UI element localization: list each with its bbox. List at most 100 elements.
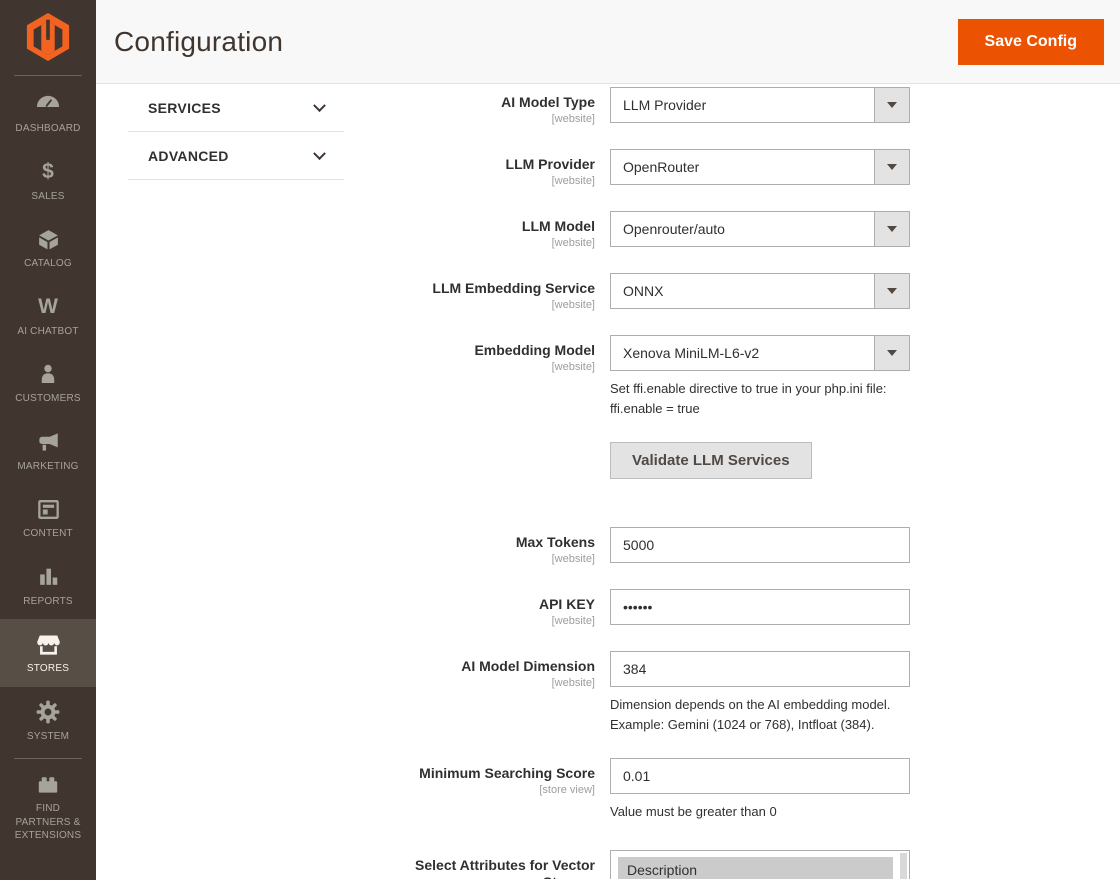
chevron-down-icon (874, 212, 909, 246)
field-scope: [website] (96, 677, 595, 689)
sidebar-item-system[interactable]: SYSTEM (0, 687, 96, 755)
catalog-icon (36, 226, 61, 252)
llm-embedding-service-select[interactable]: ONNX (610, 273, 910, 309)
field-label-text: API KEY (539, 596, 595, 612)
field-note: Dimension depends on the AI embedding mo… (610, 695, 910, 734)
field-note: Value must be greater than 0 (610, 802, 910, 822)
field-label: AI Model Dimension [website] (96, 651, 595, 734)
field-label: Max Tokens [website] (96, 527, 595, 565)
field-row-api-key: API KEY [website] (96, 589, 1120, 627)
admin-sidebar: DASHBOARD $ SALES CATALOG W AI CHATB (0, 0, 96, 880)
llm-provider-select[interactable]: OpenRouter (610, 149, 910, 185)
config-nav-services[interactable]: SERVICES (128, 84, 344, 132)
content-icon (36, 496, 61, 522)
select-value: ONNX (611, 274, 874, 308)
sidebar-item-label: STORES (27, 662, 69, 676)
field-label-text: LLM Embedding Service (432, 280, 595, 296)
field-scope: [website] (96, 237, 595, 249)
field-label-text: AI Model Type (501, 94, 595, 110)
magento-logo[interactable] (14, 0, 82, 76)
sidebar-item-customers[interactable]: CUSTOMERS (0, 349, 96, 417)
field-label-text: AI Model Dimension (461, 658, 595, 674)
sidebar-item-marketing[interactable]: MARKETING (0, 417, 96, 485)
config-nav-label: ADVANCED (148, 148, 229, 164)
sidebar-nav: DASHBOARD $ SALES CATALOG W AI CHATB (0, 76, 96, 854)
page-title: Configuration (114, 26, 283, 58)
config-section-nav: SERVICES ADVANCED (128, 84, 344, 180)
field-row-validate: Validate LLM Services (96, 442, 1120, 479)
sidebar-item-sales[interactable]: $ SALES (0, 147, 96, 215)
field-row-minimum-searching-score: Minimum Searching Score [store view] Val… (96, 758, 1120, 822)
field-label: LLM Embedding Service [website] (96, 273, 595, 311)
sidebar-item-label: SALES (31, 190, 64, 204)
extensions-icon (35, 771, 61, 797)
stores-icon (35, 631, 62, 657)
field-scope: [store view] (96, 784, 595, 796)
field-row-max-tokens: Max Tokens [website] (96, 527, 1120, 565)
chevron-down-icon (874, 150, 909, 184)
multiselect-scrollbar[interactable] (900, 853, 907, 880)
chevron-down-icon (313, 147, 326, 160)
multiselect-option-description[interactable]: Description (618, 857, 893, 880)
sidebar-item-find-partners[interactable]: FIND PARTNERS & EXTENSIONS (14, 758, 82, 854)
sidebar-item-reports[interactable]: REPORTS (0, 552, 96, 620)
sidebar-item-label: REPORTS (23, 595, 73, 609)
minimum-searching-score-input[interactable] (610, 758, 910, 794)
select-value: LLM Provider (611, 88, 874, 122)
field-label: Select Attributes for Vector Storage (96, 850, 595, 880)
field-label-text: LLM Provider (506, 156, 595, 172)
field-scope: [website] (96, 553, 595, 565)
sidebar-item-label: CONTENT (23, 527, 73, 541)
ai-chatbot-icon: W (38, 294, 58, 320)
config-nav-advanced[interactable]: ADVANCED (128, 132, 344, 180)
sidebar-item-label: MARKETING (17, 460, 78, 474)
dashboard-icon (35, 91, 61, 117)
validate-llm-services-button[interactable]: Validate LLM Services (610, 442, 812, 479)
sidebar-item-stores[interactable]: STORES (0, 619, 96, 687)
api-key-input[interactable] (610, 589, 910, 625)
magento-admin-app: DASHBOARD $ SALES CATALOG W AI CHATB (0, 0, 1120, 880)
ai-model-dimension-input[interactable] (610, 651, 910, 687)
chevron-down-icon (874, 274, 909, 308)
magento-logo-icon (25, 12, 71, 62)
system-icon (35, 699, 61, 725)
llm-model-select[interactable]: Openrouter/auto (610, 211, 910, 247)
sidebar-item-label: FIND PARTNERS & EXTENSIONS (14, 802, 82, 843)
field-row-embedding-model: Embedding Model [website] Xenova MiniLM-… (96, 335, 1120, 418)
config-nav-label: SERVICES (148, 100, 221, 116)
sidebar-item-content[interactable]: CONTENT (0, 484, 96, 552)
config-form: AI Model Type [website] LLM Provider LLM… (96, 84, 1120, 879)
field-row-llm-embedding-service: LLM Embedding Service [website] ONNX (96, 273, 1120, 311)
field-label: LLM Model [website] (96, 211, 595, 249)
marketing-icon (35, 429, 61, 455)
sidebar-item-label: CATALOG (24, 257, 72, 271)
field-row-llm-model: LLM Model [website] Openrouter/auto (96, 211, 1120, 249)
sales-icon: $ (42, 159, 54, 185)
save-config-button[interactable]: Save Config (958, 19, 1104, 65)
sidebar-item-catalog[interactable]: CATALOG (0, 214, 96, 282)
sidebar-item-label: CUSTOMERS (15, 392, 81, 406)
reports-icon (36, 564, 61, 590)
content-area: SERVICES ADVANCED AI Model Type [website… (96, 84, 1120, 879)
sidebar-item-ai-chatbot[interactable]: W AI CHATBOT (0, 282, 96, 350)
field-scope: [website] (96, 299, 595, 311)
chevron-down-icon (874, 336, 909, 370)
field-note: Set ffi.enable directive to true in your… (610, 379, 910, 418)
field-label-text: LLM Model (522, 218, 595, 234)
sidebar-item-label: DASHBOARD (15, 122, 80, 136)
vector-attributes-multiselect[interactable]: Description (610, 850, 910, 880)
page-header: Configuration Save Config (96, 0, 1120, 84)
main-area: Configuration Save Config SERVICES ADVAN… (96, 0, 1120, 880)
sidebar-item-dashboard[interactable]: DASHBOARD (0, 79, 96, 147)
max-tokens-input[interactable] (610, 527, 910, 563)
select-value: Openrouter/auto (611, 212, 874, 246)
field-scope: [website] (96, 615, 595, 627)
field-label-text: Max Tokens (516, 534, 595, 550)
field-label-text: Minimum Searching Score (419, 765, 595, 781)
chevron-down-icon (874, 88, 909, 122)
field-label-text: Select Attributes for Vector Storage (377, 857, 595, 880)
customers-icon (36, 361, 60, 387)
ai-model-type-select[interactable]: LLM Provider (610, 87, 910, 123)
field-label: Minimum Searching Score [store view] (96, 758, 595, 822)
embedding-model-select[interactable]: Xenova MiniLM-L6-v2 (610, 335, 910, 371)
